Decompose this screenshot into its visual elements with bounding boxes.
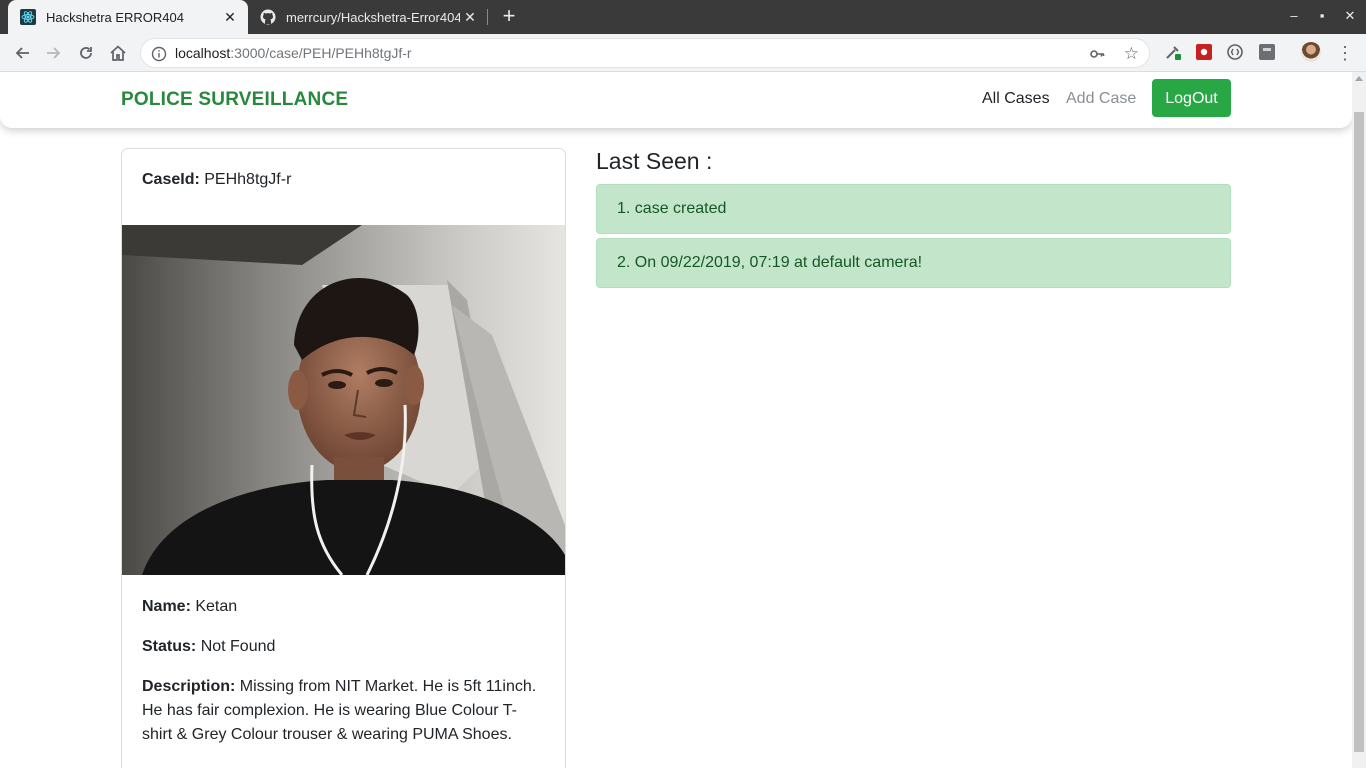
forward-icon[interactable] <box>42 41 66 65</box>
github-icon <box>260 9 276 25</box>
page-scrollbar[interactable] <box>1352 72 1366 768</box>
extension-eyedropper-icon[interactable] <box>1164 43 1182 61</box>
key-icon[interactable] <box>1089 46 1105 67</box>
status-label: Status: <box>142 638 197 655</box>
case-id-label: CaseId: <box>142 171 200 188</box>
close-icon[interactable]: ✕ <box>460 9 480 26</box>
close-icon[interactable]: ✕ <box>220 9 240 26</box>
maximize-icon[interactable]: ▪ <box>1312 6 1332 26</box>
case-id-value: PEHh8tgJf-r <box>204 171 292 188</box>
extension-box-icon[interactable] <box>1258 43 1276 61</box>
new-tab-icon[interactable]: + <box>498 5 520 27</box>
tab-title: merrcury/Hackshetra-Error404 <box>286 9 460 25</box>
case-card: CaseId: PEHh8tgJf-r Name: Ketan Status: … <box>121 148 566 768</box>
nav-all-cases-link[interactable]: All Cases <box>982 90 1050 108</box>
window-close-icon[interactable]: ✕ <box>1340 6 1360 26</box>
nav-add-case-link[interactable]: Add Case <box>1066 90 1136 108</box>
react-icon <box>20 9 36 25</box>
case-status: Status: Not Found <box>142 635 547 659</box>
page-viewport: POLICE SURVEILLANCE All Cases Add Case L… <box>0 72 1352 768</box>
suspect-photo <box>122 225 565 575</box>
browser-tab-inactive[interactable]: merrcury/Hackshetra-Error404 ✕ <box>248 0 488 34</box>
name-label: Name: <box>142 598 191 615</box>
menu-icon[interactable]: ⋮ <box>1336 41 1354 65</box>
address-bar[interactable]: localhost:3000/case/PEH/PEHh8tgJf-r ☆ <box>140 38 1150 68</box>
url-host: localhost <box>175 45 231 61</box>
minimize-icon[interactable]: – <box>1284 6 1304 26</box>
last-seen-heading: Last Seen : <box>596 148 713 174</box>
extension-red-icon[interactable] <box>1195 43 1213 61</box>
browser-toolbar: localhost:3000/case/PEH/PEHh8tgJf-r ☆ ⋮ <box>0 34 1366 72</box>
back-icon[interactable] <box>10 41 34 65</box>
case-id: CaseId: PEHh8tgJf-r <box>142 171 291 189</box>
info-icon[interactable] <box>151 46 167 62</box>
tab-title: Hackshetra ERROR404 <box>46 9 184 25</box>
extension-circle-icon[interactable] <box>1226 43 1244 61</box>
profile-avatar[interactable] <box>1301 42 1321 62</box>
scroll-up-arrow-icon[interactable] <box>1355 76 1363 81</box>
last-seen-entry: 2. On 09/22/2019, 07:19 at default camer… <box>596 238 1231 288</box>
browser-tab-active[interactable]: Hackshetra ERROR404 ✕ <box>8 0 248 34</box>
name-value: Ketan <box>195 598 238 615</box>
logout-button[interactable]: LogOut <box>1152 79 1231 117</box>
url-text: localhost:3000/case/PEH/PEHh8tgJf-r <box>175 45 412 61</box>
suspect-photo-image <box>122 225 565 575</box>
description-label: Description: <box>142 678 236 695</box>
status-value: Not Found <box>200 638 276 655</box>
case-name: Name: Ketan <box>142 595 547 619</box>
last-seen-entry: 1. case created <box>596 184 1231 234</box>
url-path: :3000/case/PEH/PEHh8tgJf-r <box>230 45 412 61</box>
browser-tab-strip: Hackshetra ERROR404 ✕ merrcury/Hackshetr… <box>0 0 1366 34</box>
brand-title[interactable]: POLICE SURVEILLANCE <box>121 89 348 111</box>
tab-divider <box>487 9 488 25</box>
case-description: Description: Missing from NIT Market. He… <box>142 675 547 747</box>
home-icon[interactable] <box>106 41 130 65</box>
scrollbar-thumb[interactable] <box>1354 112 1364 752</box>
bookmark-star-icon[interactable]: ☆ <box>1124 44 1139 64</box>
reload-icon[interactable] <box>74 41 98 65</box>
app-navbar: POLICE SURVEILLANCE All Cases Add Case L… <box>0 72 1352 128</box>
